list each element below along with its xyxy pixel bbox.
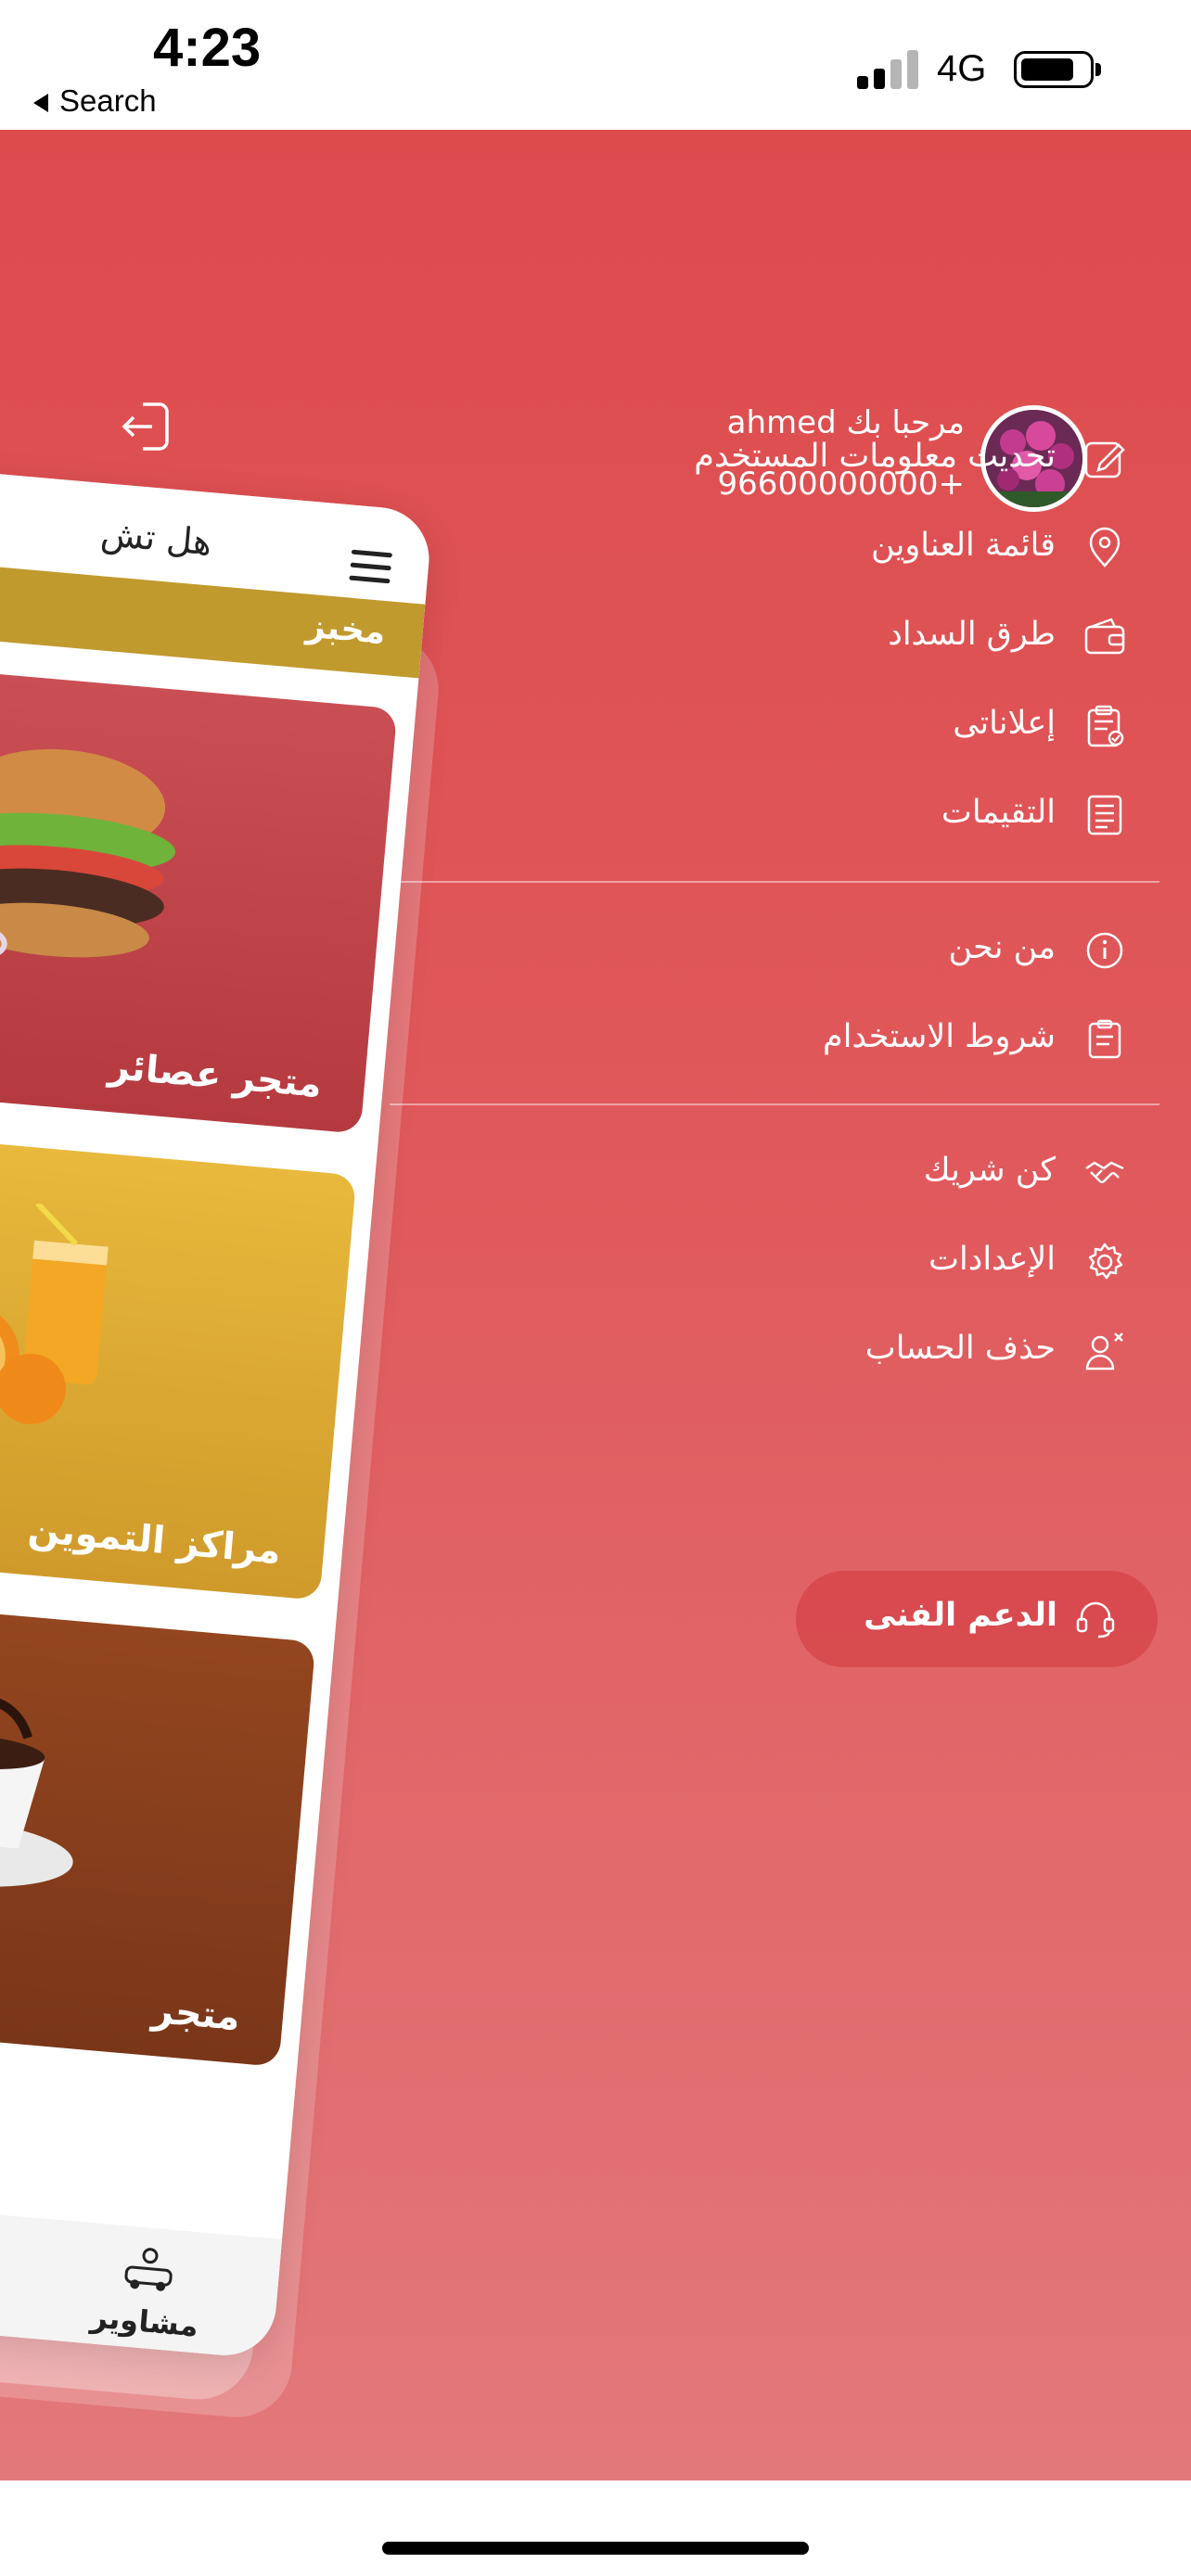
back-label: Search (59, 83, 157, 118)
technical-support-button[interactable]: الدعم الفنى (796, 1571, 1158, 1667)
category-strip-label: مخبز (304, 606, 388, 653)
category-card-label: متجر (150, 1988, 242, 2040)
orange-juice-image (0, 1201, 109, 1424)
category-card-label: متجر عصائر (107, 1044, 324, 1106)
menu-item-label: الإعدادات (928, 1241, 1056, 1278)
location-pin-icon (1089, 527, 1121, 567)
menu-item-about-us[interactable]: من نحن (477, 918, 1126, 983)
handshake-icon (1085, 1161, 1124, 1183)
edit-icon (1084, 441, 1125, 478)
menu-divider (390, 1103, 1159, 1105)
menu-item-label: قائمة العناوين (870, 527, 1056, 564)
clipboard-check-icon (1087, 705, 1124, 747)
menu-item-update-profile[interactable]: تحديث معلومات المستخدم (477, 427, 1126, 491)
home-indicator-area (0, 2480, 1191, 2576)
menu-item-addresses[interactable]: قائمة العناوين (477, 516, 1126, 580)
back-to-search-button[interactable]: Search (33, 83, 157, 119)
clock: 4:23 (153, 18, 262, 78)
network-type: 4G (937, 48, 987, 89)
menu-item-ratings[interactable]: التقيمات (477, 783, 1126, 848)
menu-item-label: حذف الحساب (864, 1330, 1056, 1367)
menu-item-payment-methods[interactable]: طرق السداد (477, 605, 1126, 670)
menu-item-become-partner[interactable]: كن شريك (477, 1141, 1126, 1205)
coffee-image (0, 1695, 73, 1887)
category-card[interactable]: متجر عصائر (0, 646, 398, 1134)
signal-strength-icon (857, 46, 920, 89)
car-location-icon (124, 2248, 173, 2291)
back-arrow-icon (33, 94, 48, 113)
menu-item-label: التقيمات (941, 794, 1056, 831)
nav-tab-rides[interactable]: مشاوير (51, 2238, 244, 2347)
menu-item-label: إعلاناتى (953, 705, 1056, 742)
category-card[interactable]: مراكز التموين (0, 1113, 357, 1600)
burger-image (0, 748, 176, 962)
menu-item-label: طرق السداد (888, 616, 1056, 653)
preview-bottom-nav: مشاوير (0, 2176, 283, 2360)
wallet-icon (1084, 618, 1125, 655)
gear-icon (1088, 1243, 1123, 1280)
hamburger-menu-icon[interactable] (349, 549, 393, 593)
terms-icon (1088, 1019, 1121, 1059)
menu-item-delete-account[interactable]: حذف الحساب (477, 1319, 1126, 1384)
menu-item-label: من نحن (948, 929, 1057, 966)
nav-tab-label: مشاوير (89, 2299, 200, 2344)
category-card-label: مراكز التموين (26, 1508, 283, 1573)
menu-item-label: شروط الاستخدام (823, 1018, 1056, 1055)
menu-divider (390, 881, 1159, 883)
menu-item-my-ads[interactable]: إعلاناتى (477, 694, 1126, 759)
info-icon (1086, 932, 1123, 969)
technical-support-label: الدعم الفنى (864, 1597, 1057, 1634)
logout-icon[interactable] (117, 399, 173, 454)
menu-item-label: تحديث معلومات المستخدم (694, 438, 1056, 475)
side-drawer: هل تش مخبز متجر عصائر مراكز التموين متجر… (0, 130, 1191, 2480)
menu-item-settings[interactable]: الإعدادات (477, 1230, 1126, 1294)
list-document-icon (1087, 795, 1122, 835)
category-card[interactable]: متجر (0, 1579, 316, 2067)
preview-title: هل تش (98, 513, 214, 564)
menu-item-terms[interactable]: شروط الاستخدام (477, 1007, 1126, 1072)
status-bar: 4:23 Search 4G (0, 0, 1191, 130)
home-indicator[interactable] (382, 2542, 809, 2555)
menu-item-label: كن شريك (923, 1152, 1056, 1189)
delete-user-icon (1085, 1333, 1123, 1371)
battery-icon (1014, 51, 1101, 88)
headset-icon (1076, 1601, 1115, 1639)
